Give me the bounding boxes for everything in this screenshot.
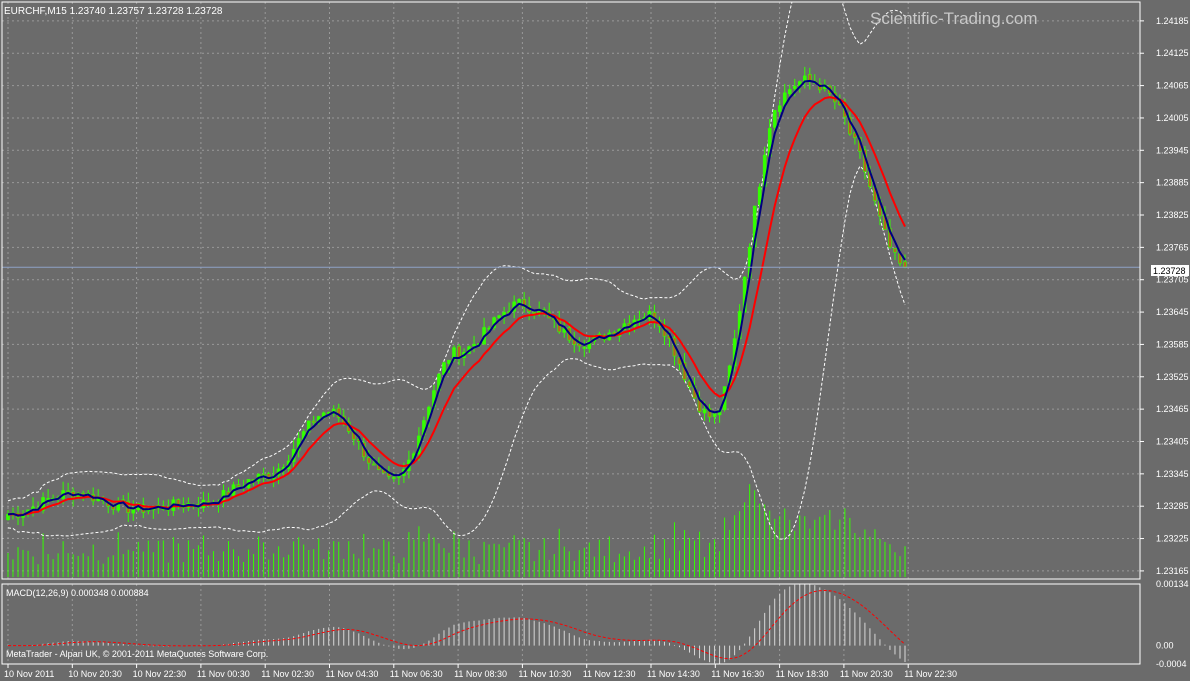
candle-body [712, 413, 717, 417]
price-tick-label: 1.23225 [1156, 534, 1189, 544]
time-tick-label: 11 Nov 02:30 [261, 669, 314, 679]
candle-body [131, 509, 136, 514]
price-tick-label: 1.23465 [1156, 404, 1189, 414]
candle-body [66, 490, 70, 493]
time-tick-label: 11 Nov 04:30 [326, 669, 379, 679]
macd-tick-label: 0.00134 [1156, 579, 1189, 589]
chart-svg[interactable]: 1.24185 1.24125 1.24065 1.24005 1.23945 1.238… [0, 0, 1190, 681]
candle-body [311, 420, 316, 423]
price-tick-label: 1.23585 [1156, 339, 1189, 349]
price-tick-label: 1.24185 [1156, 16, 1189, 26]
price-tick-label: 1.24125 [1156, 48, 1189, 58]
macd-label: MACD(12,26,9) 0.000348 0.000884 [6, 588, 149, 598]
price-tick-label: 1.23405 [1156, 436, 1189, 446]
candle-body [46, 498, 50, 500]
time-tick-label: 11 Nov 14:30 [647, 669, 700, 679]
time-tick-label: 10 Nov 22:30 [133, 669, 187, 679]
price-tick-label: 1.23525 [1156, 372, 1189, 382]
candle-body [757, 186, 762, 205]
candle-body [472, 343, 476, 347]
price-tick-label: 1.23765 [1156, 242, 1189, 252]
candle-body [792, 85, 797, 89]
time-tick-label: 11 Nov 20:30 [840, 669, 893, 679]
candle-body [367, 457, 371, 464]
watermark: Scientific-Trading.com [870, 9, 1038, 28]
candle-body [772, 110, 777, 128]
price-tick-label: 1.23825 [1156, 210, 1189, 220]
candle-body [893, 248, 897, 253]
candle-body [807, 74, 812, 81]
price-tick-label: 1.23165 [1156, 566, 1189, 576]
current-price-badge: 1.23728 [1151, 265, 1189, 276]
candle-body [261, 473, 266, 476]
time-tick-label: 11 Nov 06:30 [390, 669, 443, 679]
price-tick-label: 1.24005 [1156, 113, 1189, 123]
price-tick-label: 1.23885 [1156, 178, 1189, 188]
symbol-info: EURCHF,M15 1.23740 1.23757 1.23728 1.237… [4, 6, 223, 17]
macd-tick-label: -0.0004 [1156, 659, 1187, 669]
time-tick-label: 10 Nov 20:30 [68, 669, 122, 679]
candle-body [487, 327, 491, 330]
candle-body [532, 312, 536, 314]
candle-body [903, 261, 907, 268]
candle-body [687, 380, 692, 388]
candle-body [777, 105, 782, 112]
candle-body [702, 409, 707, 414]
price-tick-label: 1.23705 [1156, 275, 1189, 285]
candle-body [236, 484, 241, 487]
time-tick-label: 11 Nov 00:30 [197, 669, 250, 679]
price-tick-label: 1.24065 [1156, 81, 1189, 91]
time-tick-label: 11 Nov 22:30 [904, 669, 957, 679]
time-tick-label: 10 Nov 2011 [4, 669, 54, 679]
time-tick-label: 11 Nov 18:30 [776, 669, 829, 679]
time-tick-label: 11 Nov 16:30 [711, 669, 764, 679]
current-price-value: 1.23728 [1153, 266, 1186, 276]
time-tick-label: 11 Nov 10:30 [518, 669, 571, 679]
price-tick-label: 1.23645 [1156, 307, 1189, 317]
price-tick-label: 1.23285 [1156, 501, 1189, 511]
candle-body [447, 359, 451, 364]
candle-body [787, 89, 792, 95]
time-tick-label: 11 Nov 12:30 [583, 669, 636, 679]
candle-body [392, 477, 396, 479]
price-tick-label: 1.23345 [1156, 469, 1189, 479]
chart-window[interactable]: 1.24185 1.24125 1.24065 1.24005 1.23945 1.238… [0, 0, 1190, 681]
copyright-text: MetaTrader - Alpari UK, © 2001-2011 Meta… [6, 649, 268, 659]
candle-body [497, 315, 501, 318]
macd-tick-label: 0.00 [1156, 641, 1174, 651]
time-tick-label: 11 Nov 08:30 [454, 669, 507, 679]
price-tick-label: 1.23945 [1156, 145, 1189, 155]
candle-body [582, 347, 587, 349]
candle-body [372, 463, 376, 466]
